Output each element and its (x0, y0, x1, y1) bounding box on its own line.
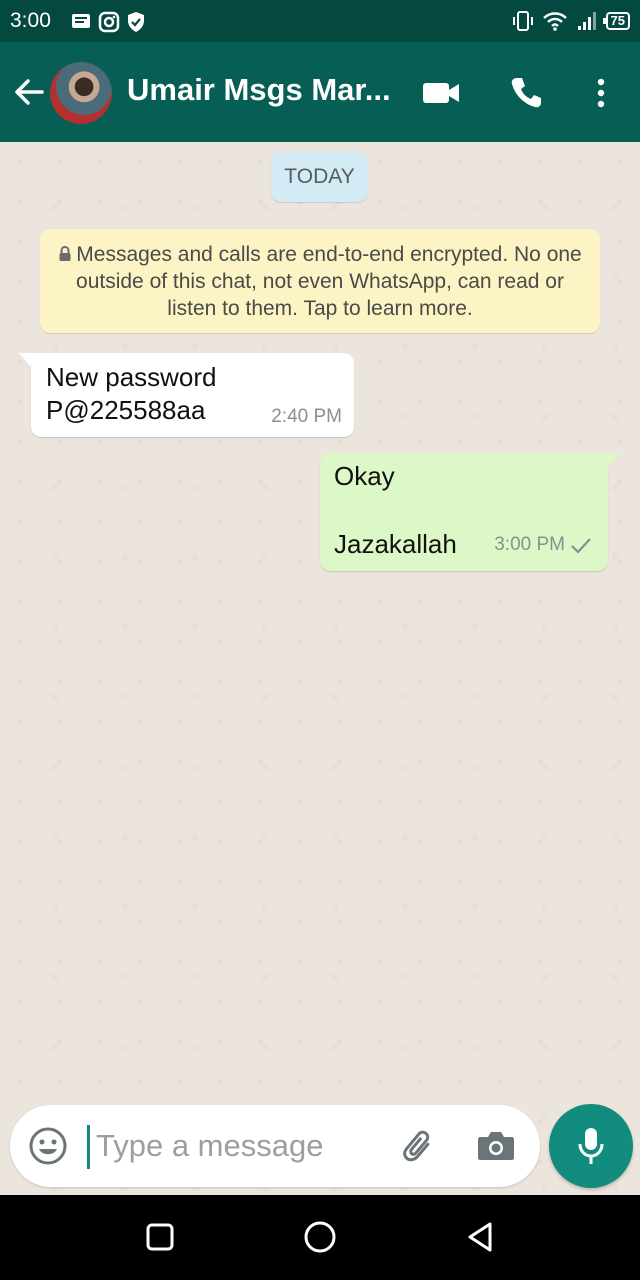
message-text: Okay Jazakallah (334, 461, 457, 559)
outgoing-message-bubble[interactable]: Okay Jazakallah 3:00 PM (320, 453, 620, 571)
incoming-message-bubble[interactable]: New password P@225588aa 2:40 PM (19, 353, 354, 437)
instagram-icon (98, 11, 120, 33)
camera-icon[interactable] (475, 1125, 517, 1167)
date-chip: TODAY (271, 152, 368, 202)
back-triangle-icon (468, 1222, 492, 1252)
single-tick-icon (571, 538, 591, 554)
signal-icon (577, 12, 596, 30)
home-icon (304, 1221, 336, 1253)
chat-area[interactable]: TODAY Messages and calls are end-to-end … (0, 142, 640, 1194)
more-vert-icon (597, 78, 605, 108)
microphone-icon (578, 1128, 604, 1164)
vibrate-icon (512, 11, 533, 31)
home-button[interactable] (300, 1217, 340, 1257)
emoji-icon[interactable] (28, 1126, 68, 1166)
more-options-button[interactable] (578, 70, 624, 116)
recents-button[interactable] (140, 1217, 180, 1257)
message-time: 3:00 PM (494, 534, 565, 555)
attach-icon[interactable] (398, 1125, 440, 1167)
status-bar: 3:00 75 (0, 0, 640, 42)
encryption-notice[interactable]: Messages and calls are end-to-end encryp… (40, 229, 600, 333)
wifi-icon (542, 12, 567, 31)
chat-title[interactable]: Umair Msgs Mar... (127, 72, 397, 108)
message-composer (10, 1105, 540, 1187)
back-button[interactable] (460, 1217, 500, 1257)
message-time: 2:40 PM (271, 406, 342, 427)
text-caret (87, 1125, 90, 1169)
voice-message-button[interactable] (549, 1104, 633, 1188)
status-system-icons: 75 (512, 8, 630, 34)
chat-header: Umair Msgs Mar... (0, 42, 640, 142)
video-call-icon (423, 83, 459, 103)
message-text: New password P@225588aa (46, 362, 217, 425)
message-input[interactable] (96, 1123, 386, 1169)
video-call-button[interactable] (418, 70, 464, 116)
avatar[interactable] (50, 62, 112, 124)
back-arrow-icon[interactable] (10, 72, 46, 112)
battery-icon: 75 (602, 12, 630, 30)
recents-icon (146, 1223, 174, 1251)
notification-icon (72, 14, 90, 28)
shield-icon (128, 12, 144, 32)
status-time: 3:00 (10, 9, 51, 32)
encryption-notice-text: Messages and calls are end-to-end encryp… (76, 243, 582, 320)
status-notification-icons (70, 9, 146, 35)
voice-call-button[interactable] (503, 70, 549, 116)
system-navigation-bar (0, 1195, 640, 1280)
phone-icon (511, 78, 541, 108)
lock-icon (59, 246, 71, 261)
